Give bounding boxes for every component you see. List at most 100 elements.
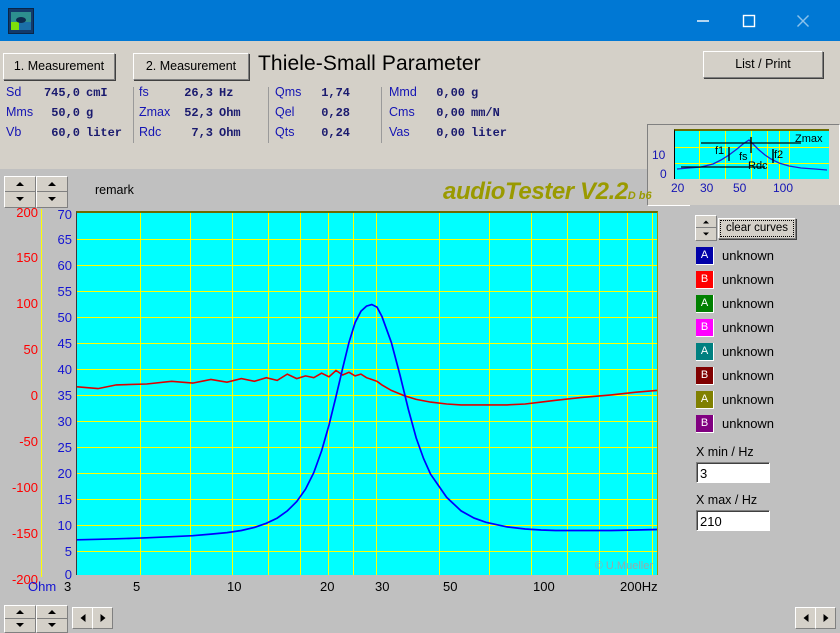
parameter-unit: cmI (86, 86, 108, 100)
curve-label: unknown (722, 320, 775, 335)
mini-label-zmax: Zmax (795, 133, 823, 145)
mini-y-label-10: 10 (652, 148, 666, 162)
phase-tick: 0 (30, 388, 38, 403)
curve-color-swatch[interactable]: A (696, 295, 714, 313)
parameter-row: Mms 50,0 g (6, 105, 134, 125)
scroll-left-button[interactable] (72, 607, 93, 629)
copyright-label: © U.Mueller (594, 560, 653, 572)
parameter-value: 60,0 (51, 126, 80, 140)
mini-label-rdc: Rdc (748, 160, 768, 172)
parameter-unit: liter (86, 126, 123, 140)
scroll-right-button-right[interactable] (815, 607, 836, 629)
curve-color-swatch[interactable]: B (696, 319, 714, 337)
mini-x-label-30: 30 (700, 181, 714, 195)
mini-label-f1: f1 (715, 145, 725, 157)
remark-spinner-right[interactable] (36, 176, 68, 208)
parameter-group-3: Qms 1,74 Qel 0,28 Qts 0,24 (268, 85, 376, 145)
mini-label-fs: fs (739, 151, 748, 163)
tab-measurement-1[interactable]: 1. Measurement (3, 53, 115, 80)
curve-color-swatch[interactable]: B (696, 367, 714, 385)
parameter-row: Rdc 7,3 Ohm (133, 125, 263, 145)
xmax-label: X max / Hz (696, 493, 758, 507)
mini-x-label-100: 100 (773, 181, 794, 195)
parameter-name: Vas (389, 125, 410, 139)
ohm-tick: 35 (57, 388, 72, 403)
parameter-row: Vb 60,0 liter (6, 125, 134, 145)
parameter-name: Rdc (139, 125, 162, 139)
parameter-value: 0,28 (321, 106, 350, 120)
ohm-tick: 50 (57, 310, 72, 325)
curve-color-swatch[interactable]: B (696, 271, 714, 289)
ohm-tick: 30 (57, 414, 72, 429)
bottom-spinner-right[interactable] (36, 605, 68, 633)
parameter-row: Cms 0,00 mm/N (381, 105, 531, 125)
mini-x-label-20: 20 (671, 181, 685, 195)
phase-tick: -50 (19, 434, 38, 449)
phase-tick: 150 (16, 250, 38, 265)
curve-label: unknown (722, 248, 775, 263)
frequency-axis: Ohm 3 5 10 20 30 50 100 200Hz (0, 577, 690, 601)
parameter-unit: g (471, 86, 479, 100)
curve-color-swatch[interactable]: A (696, 391, 714, 409)
mini-impedance-chart: 10 0 Zmax f1 fs f2 Rdc 20 30 50 100 (647, 124, 840, 206)
parameter-row: Qms 1,74 (268, 85, 376, 105)
ohm-tick: 45 (57, 336, 72, 351)
audiotester-app-icon (8, 8, 34, 34)
close-button[interactable] (780, 0, 826, 41)
parameter-name: fs (139, 85, 149, 99)
curve-label: unknown (722, 392, 775, 407)
phase-tick: 100 (16, 296, 38, 311)
bottom-spinner-left[interactable] (4, 605, 36, 633)
parameter-group-4: Mmd 0,00 g Cms 0,00 mm/N Vas 0,00 liter (381, 85, 531, 145)
curve-canvas (77, 303, 657, 541)
parameter-value: 0,00 (436, 126, 465, 140)
mini-label-f2: f2 (774, 149, 784, 161)
panel-title: Thiele-Small Parameter (258, 52, 481, 75)
mini-y-label-0: 0 (660, 167, 667, 181)
curve-color-swatch[interactable]: A (696, 343, 714, 361)
impedance-axis: 70 65 60 55 50 45 40 35 30 25 20 15 10 5… (42, 205, 74, 582)
parameter-row: Qts 0,24 (268, 125, 376, 145)
ohm-tick: 5 (64, 544, 72, 559)
parameter-row: Mmd 0,00 g (381, 85, 531, 105)
xmin-input[interactable]: 3 (696, 462, 770, 483)
parameter-row: Zmax 52,3 Ohm (133, 105, 263, 125)
minimize-button[interactable] (680, 0, 726, 41)
parameter-name: Qel (275, 105, 295, 119)
maximize-button[interactable] (726, 0, 772, 41)
audiotester-window: 1. Measurement 2. Measurement Thiele-Sma… (0, 0, 840, 633)
parameter-value: 26,3 (184, 86, 213, 100)
curve-label: unknown (722, 416, 775, 431)
parameter-unit: Ohm (219, 126, 241, 140)
ohm-tick: 55 (57, 284, 72, 299)
ohm-tick: 70 (57, 207, 72, 222)
parameter-name: Vb (6, 125, 22, 139)
curve-sidebar: clear curves A unknown B unknown A unkno… (690, 205, 840, 603)
curve-color-swatch[interactable]: B (696, 415, 714, 433)
parameter-row: Vas 0,00 liter (381, 125, 531, 145)
bottom-bar (0, 603, 840, 633)
list-print-button[interactable]: List / Print (703, 51, 823, 78)
parameter-name: Mmd (389, 85, 417, 99)
parameter-unit: Ohm (219, 106, 241, 120)
tab-measurement-2[interactable]: 2. Measurement (133, 53, 249, 80)
parameter-unit: g (86, 106, 94, 120)
parameter-name: Sd (6, 85, 22, 99)
scroll-right-button[interactable] (92, 607, 113, 629)
xmax-input[interactable]: 210 (696, 510, 770, 531)
curve-spinner[interactable] (695, 215, 717, 241)
phase-tick: -150 (11, 526, 38, 541)
plot-area[interactable]: © U.Mueller (76, 211, 658, 575)
clear-curves-button[interactable]: clear curves (718, 218, 796, 239)
ohm-tick: 15 (57, 492, 72, 507)
curve-color-swatch[interactable]: A (696, 247, 714, 265)
ohm-tick: 10 (57, 518, 72, 533)
parameter-group-2: fs 26,3 Hz Zmax 52,3 Ohm Rdc 7,3 Ohm (133, 85, 263, 145)
remark-spinner-left[interactable] (4, 176, 36, 208)
freq-tick: 20 (320, 579, 335, 594)
scroll-left-button-right[interactable] (795, 607, 816, 629)
freq-tick: 5 (133, 579, 141, 594)
phase-tick: 50 (23, 342, 38, 357)
parameter-unit: Hz (219, 86, 234, 100)
freq-tick: 50 (443, 579, 458, 594)
